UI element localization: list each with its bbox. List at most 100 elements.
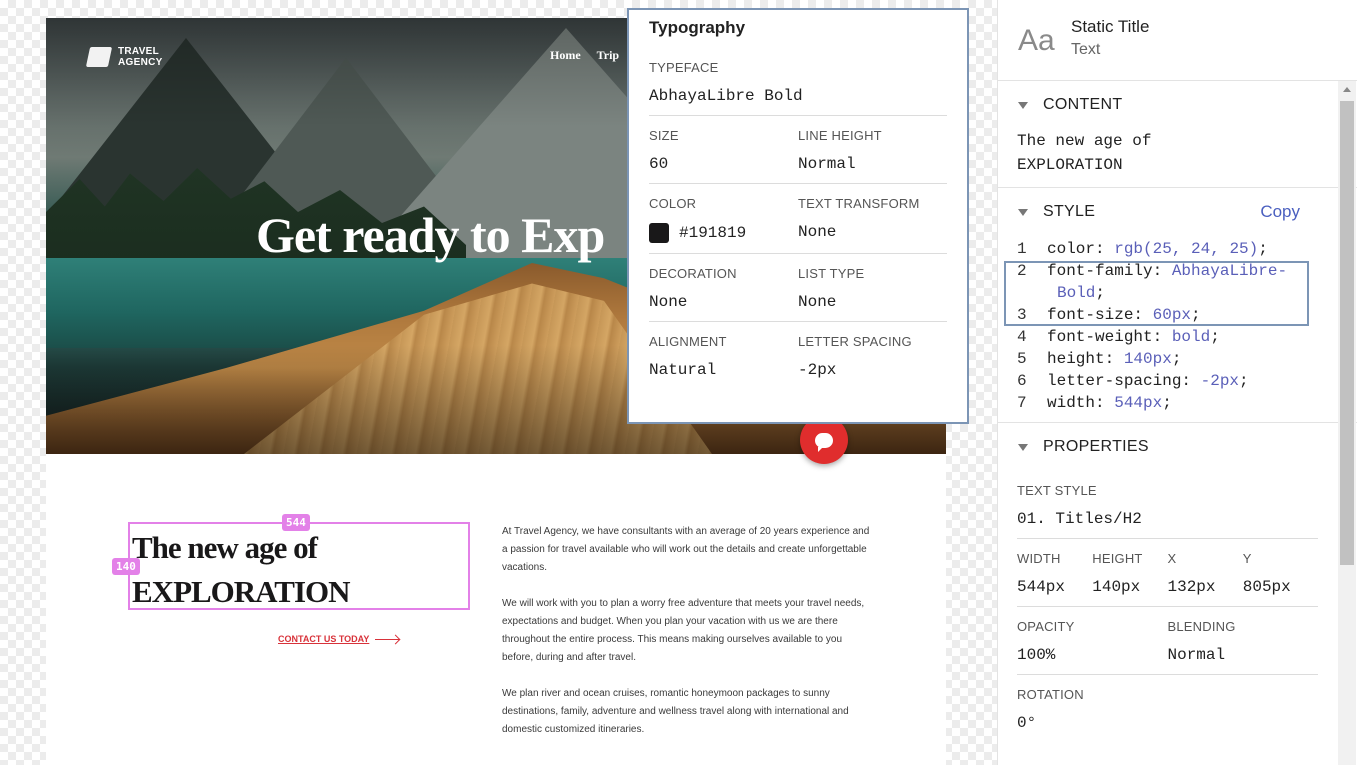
rotation-label: ROTATION [1017,687,1084,702]
height-label: HEIGHT [1092,551,1143,566]
typeface-label: TYPEFACE [649,60,719,75]
hero-title[interactable]: Get ready to Exp [256,206,605,264]
opacity-label: OPACITY [1017,619,1075,634]
decoration-label: DECORATION [649,266,737,281]
height-badge: 140 [112,558,140,575]
style-code[interactable]: 1 color: rgb(25, 24, 25) ; 2 font-family… [998,236,1357,422]
css-semicolon: ; [1171,350,1182,368]
line-number: 5 [1017,350,1027,368]
inspector-header: Aa Static Title Text [998,0,1357,81]
section-title: PROPERTIES [1043,438,1149,455]
caret-down-icon [1018,101,1028,109]
blending-value[interactable]: Normal [1168,646,1319,664]
css-property: letter-spacing: [1047,372,1201,390]
code-line: 1 color: rgb(25, 24, 25) ; [1017,238,1357,260]
copy-button[interactable]: Copy [1260,202,1300,222]
y-label: Y [1242,551,1252,566]
line-number: 4 [1017,328,1027,346]
nav-item-home[interactable]: Home [550,48,581,63]
scroll-up-icon[interactable] [1343,87,1351,92]
contact-us-link[interactable]: CONTACT US TODAY [278,634,400,644]
about-paragraph: We will work with you to plan a worry fr… [502,598,865,663]
text-transform-value[interactable]: None [798,223,947,241]
css-value: 140px [1123,350,1172,368]
scrollbar-thumb[interactable] [1340,101,1354,565]
code-highlight-box [1004,261,1309,326]
width-label: WIDTH [1017,551,1061,566]
title-line-2: EXPLORATION [132,574,351,609]
about-paragraph: At Travel Agency, we have consultants wi… [502,526,870,573]
decoration-value[interactable]: None [649,293,798,311]
style-section-header[interactable]: STYLE [998,188,1357,236]
size-value[interactable]: 60 [649,155,798,173]
x-value[interactable]: 132px [1168,578,1243,596]
css-property: width: [1047,394,1115,412]
css-value: bold [1171,328,1211,346]
content-section-header[interactable]: CONTENT [998,81,1357,129]
properties-section-header[interactable]: PROPERTIES [998,423,1357,471]
typography-popover: Typography TYPEFACE AbhayaLibre Bold SIZ… [627,8,969,424]
size-label: SIZE [649,128,679,143]
layer-name: Static Title [1071,17,1150,36]
line-number: 1 [1017,240,1027,258]
static-title-selected[interactable]: The new age of EXPLORATION [128,522,470,610]
inspector-panel: Aa Static Title Text CONTENT The new age… [997,0,1357,765]
x-label: X [1167,551,1177,566]
css-property: font-weight: [1047,328,1172,346]
code-line: 6 letter-spacing: -2px ; [1017,370,1357,392]
text-layer-icon: Aa [1018,24,1055,57]
text-style-label: TEXT STYLE [1017,483,1097,498]
scrollbar[interactable] [1338,81,1356,765]
logo-icon [85,47,113,67]
logo-text: TRAVEL AGENCY [118,46,163,68]
code-line: 7 width: 544px ; [1017,392,1357,414]
width-value[interactable]: 544px [1017,578,1092,596]
contact-link-label: CONTACT US TODAY [278,634,370,644]
arrow-right-icon [375,638,400,640]
properties-section: PROPERTIES TEXT STYLE 01. Titles/H2 WIDT… [998,423,1357,742]
content-value[interactable]: The new age of EXPLORATION [998,129,1357,187]
css-semicolon: ; [1258,240,1268,258]
about-paragraph: We plan river and ocean cruises, romanti… [502,688,849,735]
height-value[interactable]: 140px [1092,578,1167,596]
alignment-value[interactable]: Natural [649,361,798,379]
nav-item-trips[interactable]: Trip [597,48,619,63]
color-value[interactable]: #191819 [679,224,746,242]
css-value: -2px [1200,372,1240,390]
color-swatch[interactable] [649,223,669,243]
blending-label: BLENDING [1167,619,1236,634]
letter-spacing-value[interactable]: -2px [798,361,947,379]
line-height-label: LINE HEIGHT [798,128,882,143]
section-title: CONTENT [1043,96,1123,113]
site-logo[interactable]: TRAVEL AGENCY [85,46,168,68]
list-type-value[interactable]: None [798,293,947,311]
about-text-block[interactable]: At Travel Agency, we have consultants wi… [502,523,872,757]
inspector-scroll-area[interactable]: CONTENT The new age of EXPLORATION STYLE… [998,81,1357,765]
style-section: STYLE Copy 1 color: rgb(25, 24, 25) ; 2 … [998,188,1357,423]
section-title: STYLE [1043,203,1096,220]
title-line-1: The new age of [132,530,318,565]
letter-spacing-label: LETTER SPACING [798,334,912,349]
layer-type: Text [1071,41,1101,58]
css-property: height: [1047,350,1124,368]
line-height-value[interactable]: Normal [798,155,947,173]
line-number: 6 [1017,372,1027,390]
typeface-value[interactable]: AbhayaLibre Bold [649,87,947,105]
text-transform-label: TEXT TRANSFORM [798,196,920,211]
css-value: rgb(25, 24, 25) [1114,240,1259,258]
width-badge: 544 [282,514,310,531]
chat-bubble-icon [815,432,833,452]
site-nav: Home Trip [550,48,619,63]
code-line: 4 font-weight: bold ; [1017,326,1357,348]
text-style-value[interactable]: 01. Titles/H2 [1017,510,1318,528]
css-semicolon: ; [1239,372,1249,390]
opacity-value[interactable]: 100% [1017,646,1168,664]
css-value: 544px [1114,394,1163,412]
line-number: 7 [1017,394,1027,412]
rotation-value[interactable]: 0° [1017,714,1318,732]
css-semicolon: ; [1162,394,1172,412]
color-label: COLOR [649,196,697,211]
alignment-label: ALIGNMENT [649,334,727,349]
list-type-label: LIST TYPE [798,266,865,281]
y-value[interactable]: 805px [1243,578,1318,596]
